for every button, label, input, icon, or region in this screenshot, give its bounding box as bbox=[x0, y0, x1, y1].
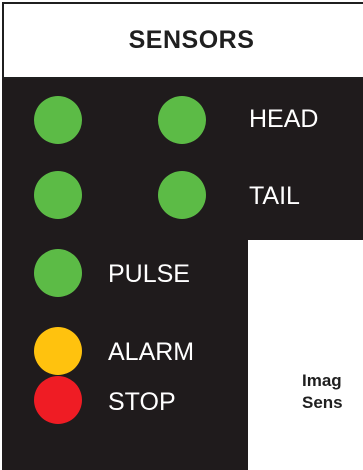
stop-indicator bbox=[34, 376, 82, 424]
pulse-indicator bbox=[34, 249, 82, 297]
head-indicator-left bbox=[34, 96, 82, 144]
panel-title: SENSORS bbox=[128, 26, 255, 54]
info-line-1: Imag bbox=[302, 371, 342, 390]
info-line-2: Sens bbox=[302, 393, 343, 412]
stop-label: STOP bbox=[108, 388, 176, 416]
alarm-label: ALARM bbox=[108, 338, 195, 366]
tail-indicator-left bbox=[34, 171, 82, 219]
alarm-indicator bbox=[34, 327, 82, 375]
tail-indicator-right bbox=[158, 171, 206, 219]
sensors-panel: SENSORS HEAD TAIL Imag Sens PULSE ALARM … bbox=[0, 0, 363, 470]
pulse-label: PULSE bbox=[108, 260, 190, 288]
head-indicator-right bbox=[158, 96, 206, 144]
info-box: Imag Sens bbox=[248, 240, 363, 470]
head-label: HEAD bbox=[249, 105, 319, 133]
tail-label: TAIL bbox=[249, 182, 300, 210]
panel-header: SENSORS bbox=[2, 2, 363, 79]
